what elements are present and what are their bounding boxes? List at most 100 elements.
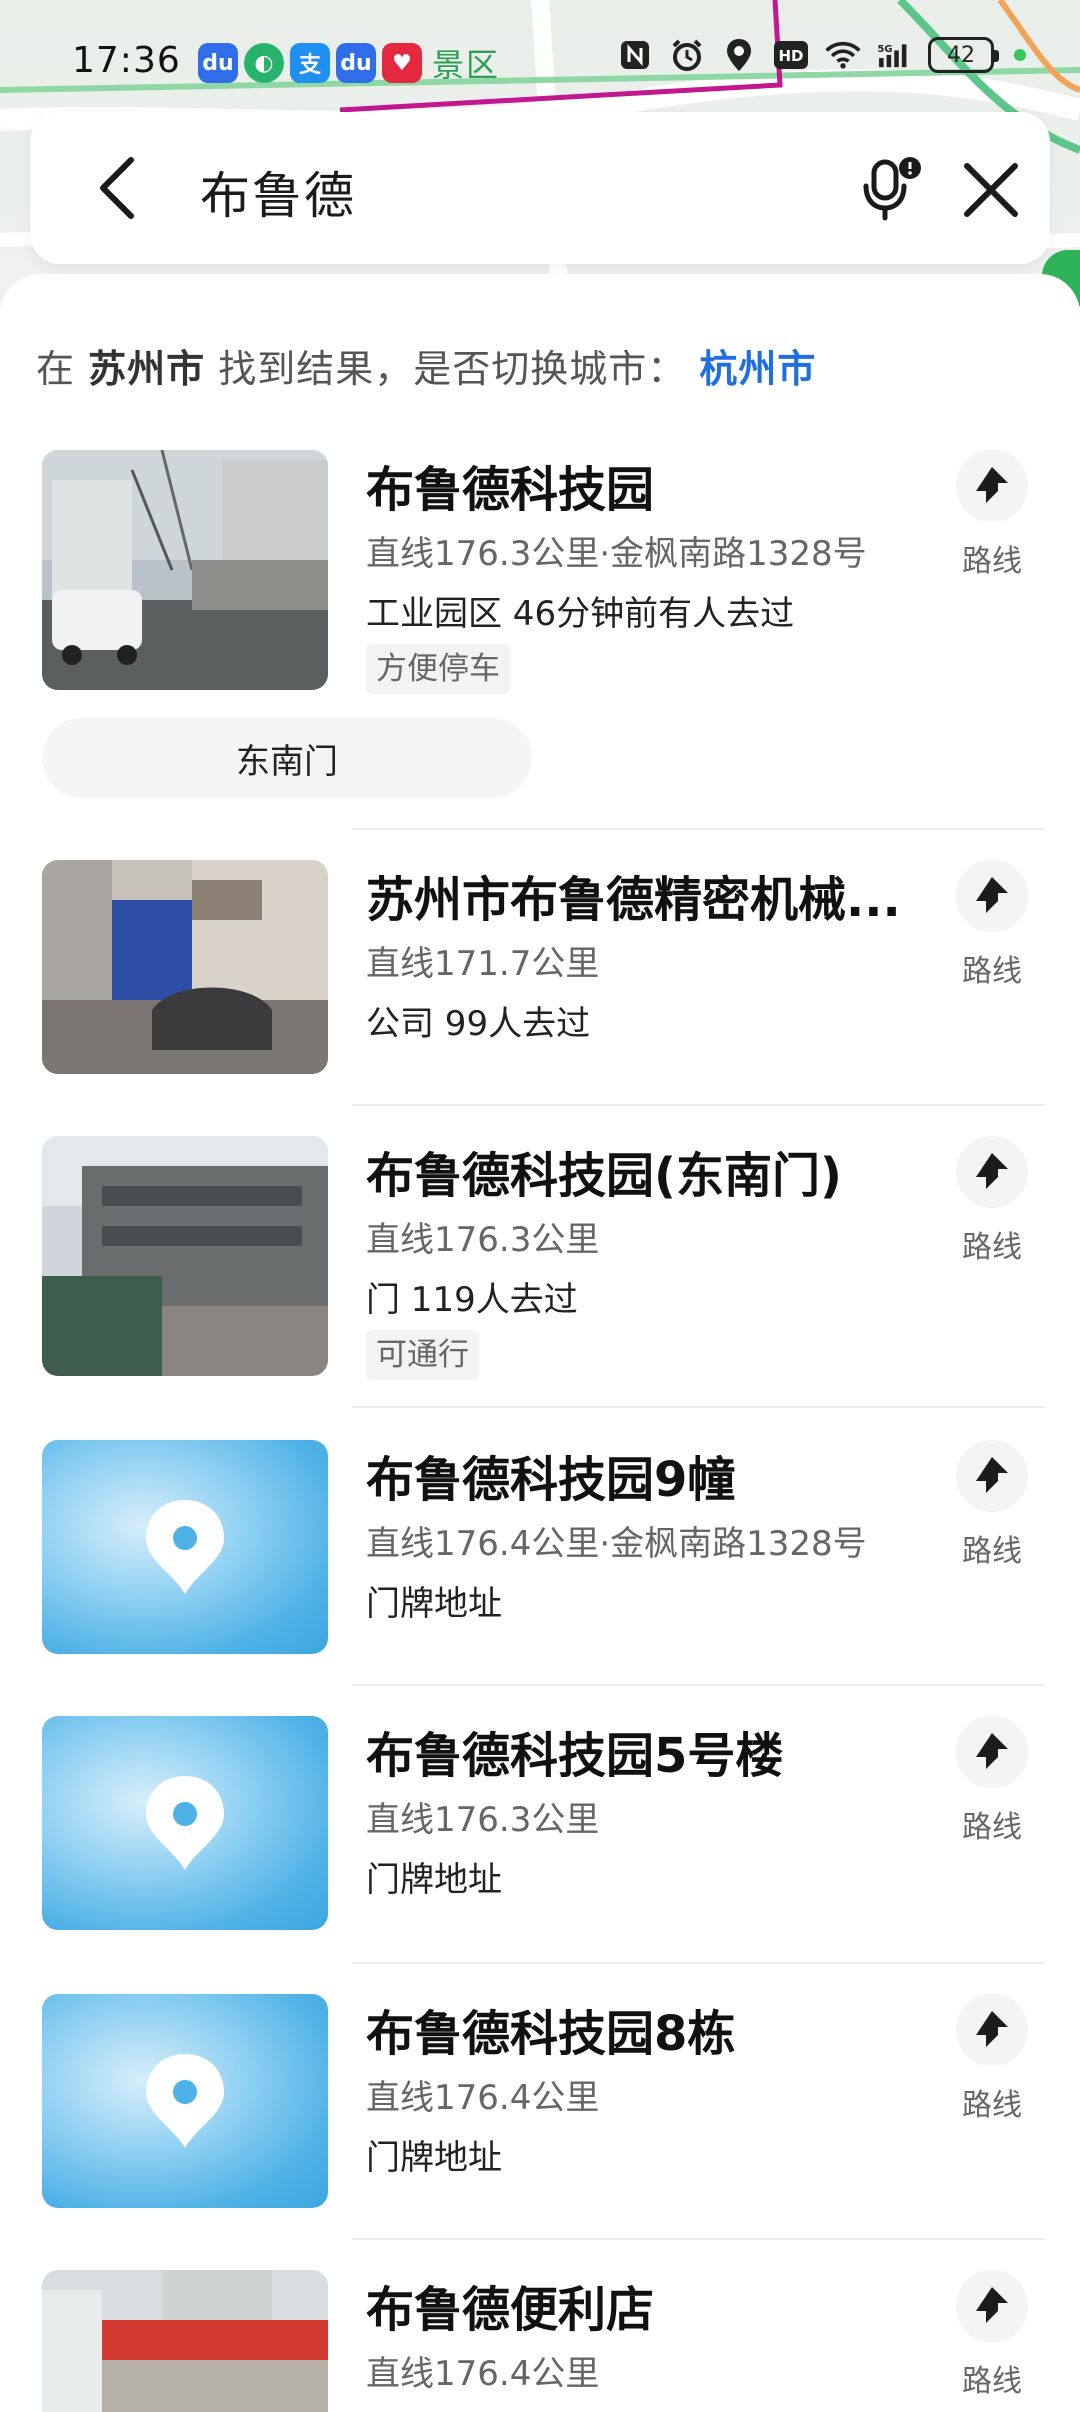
route-label: 路线 [962, 1534, 1022, 1569]
result-distance: 直线176.3公里 [366, 1220, 600, 1260]
result-title[interactable]: 布鲁德科技园 [366, 450, 654, 520]
back-arrow-icon [100, 157, 134, 219]
result-title[interactable]: 布鲁德便利店 [366, 2270, 654, 2340]
result-distance: 直线176.4公里·金枫南路1328号 [366, 1524, 867, 1564]
store-photo [42, 2270, 328, 2412]
privacy-dot [1014, 49, 1026, 61]
location-pin-icon [146, 1776, 224, 1870]
location-icon [720, 36, 758, 74]
divider [352, 1406, 1044, 1408]
city-hint-middle: 找到结果，是否切换城市： [218, 347, 687, 391]
current-city: 苏州市 [88, 347, 206, 391]
result-title[interactable]: 布鲁德科技园5号楼 [366, 1716, 783, 1786]
alipay-icon: 支 [290, 43, 330, 83]
location-pin-icon [146, 1500, 224, 1594]
status-time: 17:36 [72, 40, 181, 81]
microphone-icon [863, 157, 921, 221]
route-label: 路线 [962, 954, 1022, 989]
result-item[interactable]: 布鲁德科技园(东南门) 直线176.3公里 门 119人去过 可通行 路线 [0, 1136, 1080, 1386]
nfc-icon [616, 36, 654, 74]
svg-text:5G: 5G [878, 44, 893, 55]
search-bar: 布鲁德 [30, 112, 1050, 264]
battery-indicator: 42 [928, 37, 999, 73]
result-item[interactable]: 布鲁德科技园9幢 直线176.4公里·金枫南路1328号 门牌地址 路线 [0, 1440, 1080, 1660]
back-button[interactable] [82, 150, 152, 226]
route-button[interactable]: 路线 [954, 450, 1030, 580]
route-label: 路线 [962, 1230, 1022, 1265]
result-item[interactable]: 布鲁德科技园5号楼 直线176.3公里 门牌地址 路线 [0, 1716, 1080, 1936]
result-distance: 直线176.3公里·金枫南路1328号 [366, 534, 867, 574]
app-green-icon: ◐ [244, 43, 284, 83]
route-button[interactable]: 路线 [954, 1716, 1030, 1846]
result-item[interactable]: 苏州市布鲁德精密机械... 直线171.7公里 公司 99人去过 路线 [0, 860, 1080, 1080]
baidu-map-icon: du [198, 43, 238, 83]
route-button[interactable]: 路线 [954, 860, 1030, 990]
result-distance: 直线176.4公里 [366, 2078, 600, 2118]
baidu-icon: du [336, 43, 376, 83]
result-distance: 直线176.4公里 [366, 2354, 600, 2394]
route-label: 路线 [962, 544, 1022, 579]
divider [352, 1684, 1044, 1686]
route-label: 路线 [962, 2364, 1022, 2399]
result-info: 门牌地址 [366, 1860, 502, 1900]
result-item[interactable]: 布鲁德便利店 直线176.4公里 路线 [0, 2270, 1080, 2412]
route-arrow-icon [976, 877, 1008, 913]
alarm-icon [668, 36, 706, 74]
system-icons: HD 5G 42 [616, 36, 1026, 74]
wifi-icon [824, 36, 862, 74]
route-button[interactable]: 路线 [954, 1994, 1030, 2124]
result-thumbnail [42, 1136, 328, 1376]
placeholder-pin [42, 1994, 328, 2208]
result-title[interactable]: 布鲁德科技园(东南门) [366, 1136, 842, 1206]
result-title[interactable]: 布鲁德科技园9幢 [366, 1440, 735, 1510]
svg-text:HD: HD [778, 47, 803, 65]
voice-search-button[interactable] [846, 144, 936, 234]
city-hint-prefix: 在 [36, 347, 76, 391]
results-panel: 在 苏州市 找到结果，是否切换城市： 杭州市 布鲁德科技园 直线176.3公里·… [0, 274, 1080, 2412]
sub-poi-chip[interactable]: 东南门 [42, 718, 532, 798]
route-arrow-icon [976, 1733, 1008, 1769]
route-arrow-icon [976, 2287, 1008, 2323]
result-distance: 直线171.7公里 [366, 944, 600, 984]
route-arrow-icon [976, 467, 1008, 503]
divider [352, 1104, 1044, 1106]
office-photo [42, 1136, 328, 1376]
route-label: 路线 [962, 2088, 1022, 2123]
city-switch-hint: 在 苏州市 找到结果，是否切换城市： 杭州市 [36, 338, 816, 393]
route-button[interactable]: 路线 [954, 1440, 1030, 1570]
location-pin-icon [146, 2054, 224, 2148]
signal-5g-icon: 5G [876, 36, 914, 74]
route-arrow-icon [976, 2011, 1008, 2047]
heart-app-icon: ♥ [382, 43, 422, 83]
hd-icon: HD [772, 36, 810, 74]
divider [352, 828, 1044, 830]
result-thumbnail [42, 450, 328, 690]
search-input[interactable]: 布鲁德 [200, 156, 356, 228]
building-photo [42, 450, 328, 690]
close-icon [964, 163, 1018, 217]
route-label: 路线 [962, 1810, 1022, 1845]
result-title[interactable]: 苏州市布鲁德精密机械... [366, 860, 901, 930]
result-tag: 方便停车 [366, 644, 510, 694]
result-thumbnail [42, 1994, 328, 2208]
divider [352, 2238, 1044, 2240]
result-info: 门牌地址 [366, 2138, 502, 2178]
result-info: 工业园区 46分钟前有人去过 [366, 594, 795, 634]
switch-city-link[interactable]: 杭州市 [699, 347, 816, 391]
route-button[interactable]: 路线 [954, 1136, 1030, 1266]
scenic-label: 景区 [432, 46, 501, 84]
result-thumbnail [42, 860, 328, 1074]
route-button[interactable]: 路线 [954, 2270, 1030, 2400]
result-info: 门牌地址 [366, 1584, 502, 1624]
placeholder-pin [42, 1440, 328, 1654]
result-info: 门 119人去过 [366, 1280, 578, 1320]
route-arrow-icon [976, 1457, 1008, 1493]
gate-photo [42, 860, 328, 1074]
result-thumbnail [42, 2270, 328, 2412]
route-arrow-icon [976, 1153, 1008, 1189]
result-item[interactable]: 布鲁德科技园8栋 直线176.4公里 门牌地址 路线 [0, 1994, 1080, 2214]
result-tag: 可通行 [366, 1330, 479, 1380]
divider [352, 1962, 1044, 1964]
result-title[interactable]: 布鲁德科技园8栋 [366, 1994, 735, 2064]
clear-search-button[interactable] [946, 148, 1036, 232]
